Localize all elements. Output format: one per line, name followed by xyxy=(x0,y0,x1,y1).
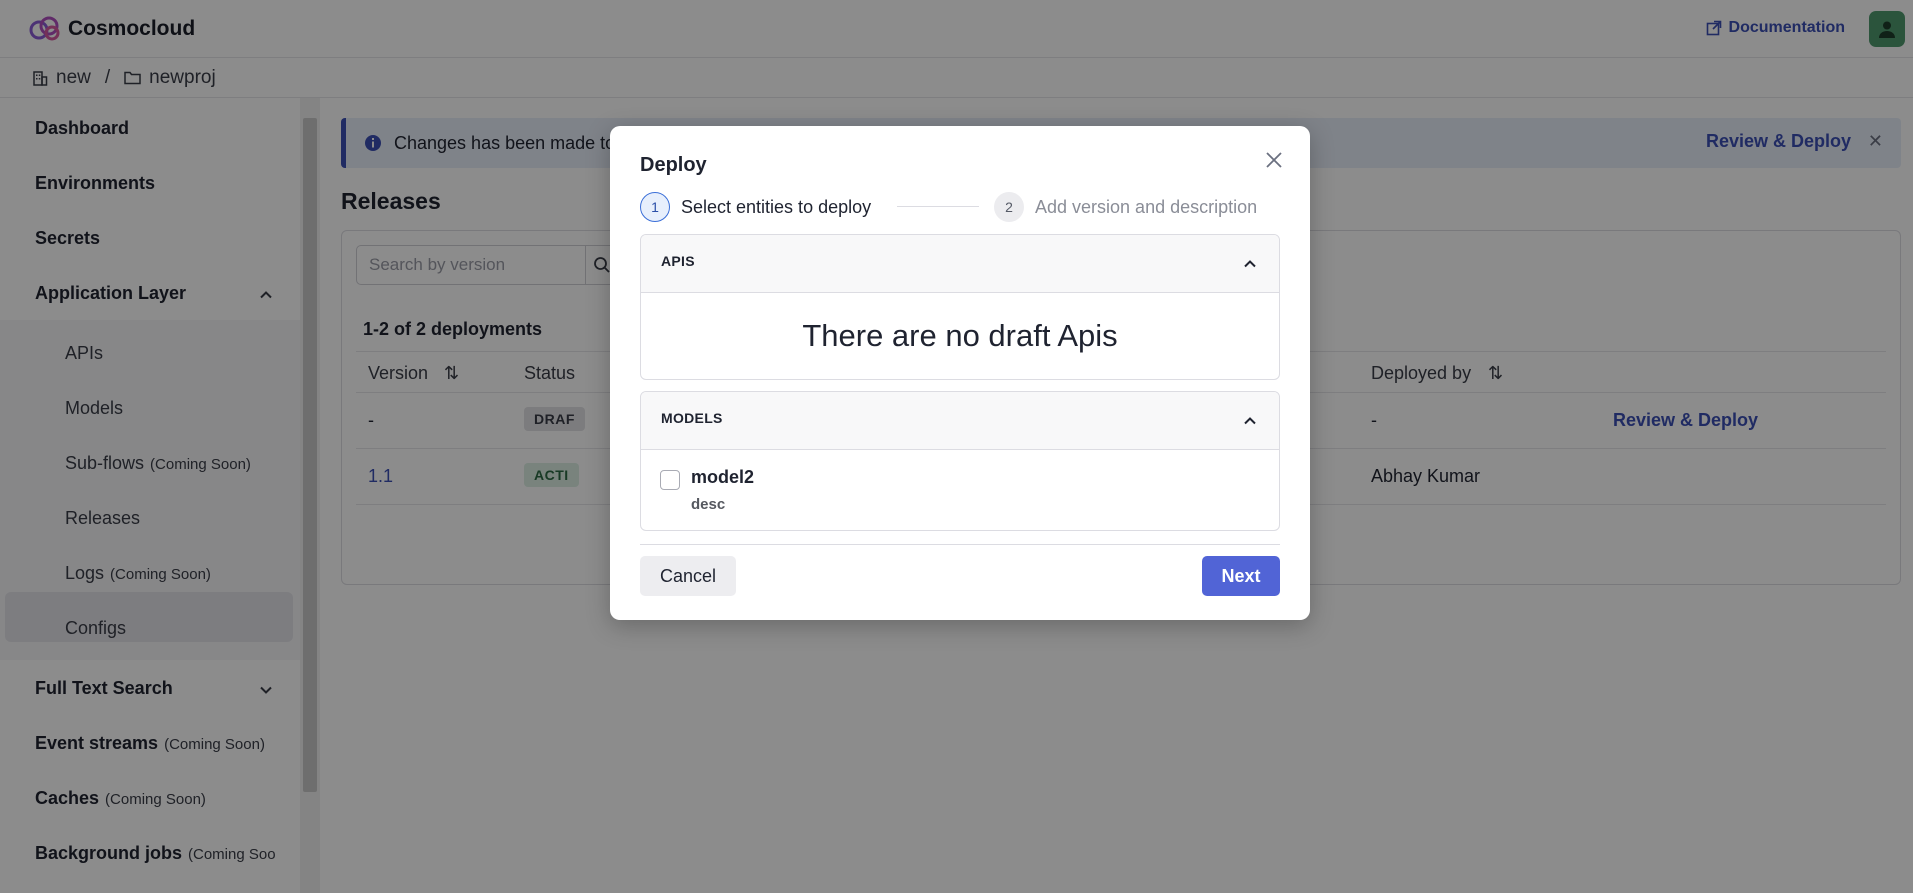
list-item: model2 desc xyxy=(641,450,1279,530)
step-label: Add version and description xyxy=(1035,196,1258,217)
models-accordion-header[interactable]: MODELS xyxy=(641,392,1279,450)
step-version-description: 2 Add version and description xyxy=(994,192,1257,222)
divider xyxy=(640,544,1280,545)
model-description: desc xyxy=(691,496,726,513)
model-checkbox[interactable] xyxy=(660,470,680,490)
apis-accordion: APIS There are no draft Apis xyxy=(640,234,1280,380)
step-select-entities: 1 Select entities to deploy xyxy=(640,192,871,222)
chevron-up-icon xyxy=(1244,417,1256,425)
step-connector xyxy=(897,206,979,207)
step-number: 1 xyxy=(640,192,670,222)
next-button[interactable]: Next xyxy=(1202,556,1280,596)
step-label: Select entities to deploy xyxy=(681,196,872,217)
accordion-title: APIS xyxy=(661,253,695,269)
step-number: 2 xyxy=(994,192,1024,222)
close-icon[interactable] xyxy=(1262,148,1286,172)
chevron-up-icon xyxy=(1244,260,1256,268)
empty-state-text: There are no draft Apis xyxy=(802,318,1118,353)
apis-accordion-header[interactable]: APIS xyxy=(641,235,1279,293)
deploy-modal: Deploy 1 Select entities to deploy 2 Add… xyxy=(610,126,1310,620)
model-name: model2 xyxy=(691,467,755,487)
models-accordion: MODELS model2 desc xyxy=(640,391,1280,531)
modal-title: Deploy xyxy=(640,154,707,176)
accordion-title: MODELS xyxy=(661,410,723,426)
cancel-button[interactable]: Cancel xyxy=(640,556,736,596)
